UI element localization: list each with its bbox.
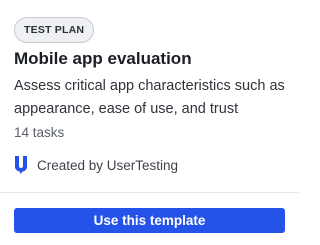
test-plan-badge: TEST PLAN — [14, 17, 95, 43]
template-card[interactable]: TEST PLAN Mobile app evaluation Assess c… — [0, 0, 299, 245]
task-count: 14 tasks — [14, 125, 65, 140]
creator-label: Created by UserTesting — [37, 157, 179, 173]
card-divider — [0, 192, 299, 193]
template-description: Assess critical app characteristics such… — [14, 78, 285, 117]
template-title: Mobile app evaluation — [14, 49, 192, 68]
creator-row: Created by UserTesting — [14, 155, 178, 175]
use-template-button[interactable]: Use this template — [14, 208, 285, 233]
usertesting-logo-icon — [14, 156, 28, 174]
